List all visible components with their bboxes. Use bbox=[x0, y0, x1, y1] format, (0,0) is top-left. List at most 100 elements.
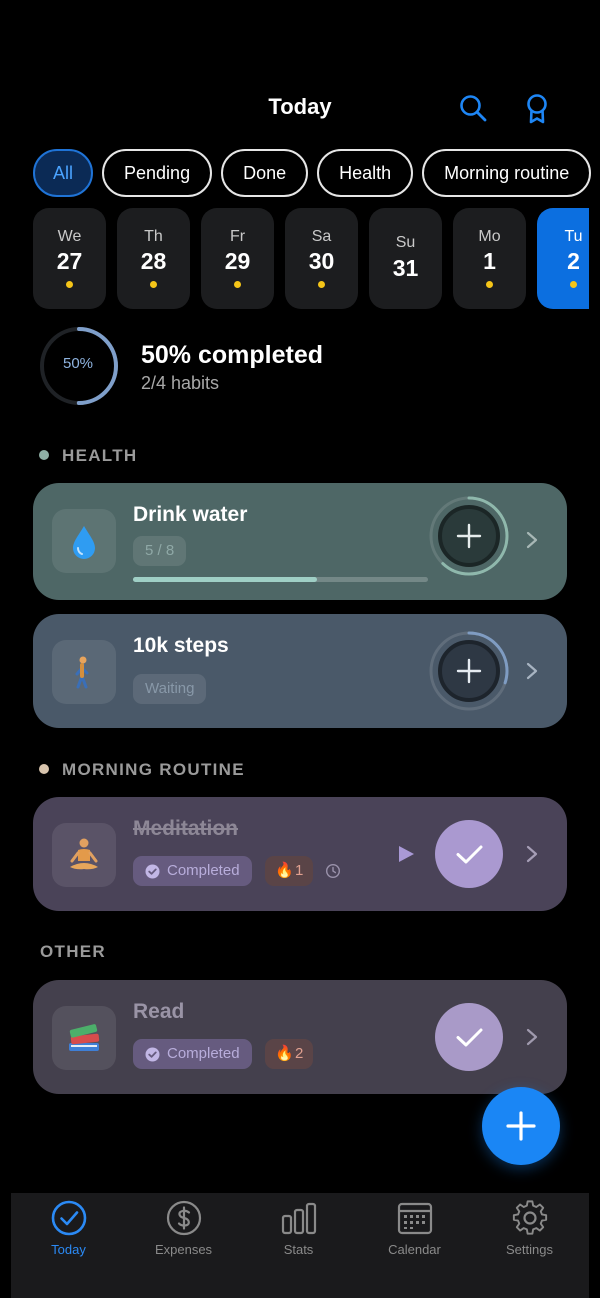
habit-completed-label: Completed bbox=[167, 862, 240, 879]
section-dot bbox=[39, 764, 49, 774]
filter-chip-pending[interactable]: Pending bbox=[102, 149, 213, 197]
calendar-icon bbox=[397, 1202, 433, 1235]
filter-chip-morning-routine[interactable]: Morning routine bbox=[422, 149, 592, 197]
complete-toggle-button[interactable] bbox=[435, 1003, 503, 1071]
day-name: Sa bbox=[311, 228, 332, 245]
complete-toggle-button[interactable] bbox=[435, 820, 503, 888]
nav-item-stats[interactable]: Stats bbox=[241, 1193, 356, 1283]
day-strip: We 27 Th 28 Fr 29 Sa 30 Su 31 Mo 1 Tu 2 bbox=[33, 208, 589, 310]
day-item[interactable]: Fr 29 bbox=[201, 208, 274, 309]
search-icon[interactable] bbox=[457, 92, 489, 124]
check-circle-icon bbox=[145, 1047, 160, 1062]
nav-item-expenses[interactable]: Expenses bbox=[126, 1193, 241, 1283]
nav-item-calendar[interactable]: Calendar bbox=[357, 1193, 472, 1283]
check-circle-icon bbox=[145, 864, 160, 879]
day-name: Fr bbox=[229, 228, 246, 245]
nav-label: Stats bbox=[283, 1242, 314, 1257]
filter-chip-health[interactable]: Health bbox=[317, 149, 414, 197]
streak-count: 2 bbox=[295, 1045, 304, 1062]
chevron-right-icon[interactable] bbox=[525, 530, 539, 550]
habit-completed-label: Completed bbox=[167, 1045, 240, 1062]
day-name: We bbox=[57, 228, 82, 245]
day-item[interactable]: Th 28 bbox=[117, 208, 190, 309]
progress-title: 50% completed bbox=[141, 341, 324, 369]
progress-ring-label: 50% bbox=[62, 355, 94, 372]
add-habit-button[interactable] bbox=[482, 1087, 560, 1165]
gear-icon bbox=[512, 1200, 548, 1235]
progress-summary: 50% 50% completed 2/4 habits bbox=[38, 325, 578, 407]
habit-title: Drink water bbox=[133, 503, 248, 526]
habit-title: Meditation bbox=[133, 817, 238, 840]
day-name: Tu bbox=[564, 228, 583, 245]
streak-badge: 🔥 2 bbox=[265, 1039, 314, 1069]
streak-count: 1 bbox=[295, 862, 304, 879]
award-icon[interactable] bbox=[521, 92, 553, 124]
chevron-right-icon[interactable] bbox=[525, 844, 539, 864]
nav-item-settings[interactable]: Settings bbox=[472, 1193, 587, 1283]
chevron-right-icon[interactable] bbox=[525, 1027, 539, 1047]
nav-item-today[interactable]: Today bbox=[11, 1193, 126, 1283]
section-dot bbox=[39, 450, 49, 460]
filter-chips: All Pending Done Health Morning routine bbox=[33, 149, 600, 197]
day-name: Mo bbox=[478, 228, 501, 245]
section-label: HEALTH bbox=[62, 446, 138, 465]
chevron-right-icon[interactable] bbox=[525, 661, 539, 681]
habit-card-read[interactable]: Read Completed 🔥 2 bbox=[33, 980, 567, 1094]
habit-progress-fill bbox=[133, 577, 318, 582]
day-date: 28 bbox=[140, 248, 167, 274]
top-bar: Today bbox=[0, 88, 600, 128]
habit-completed-badge: Completed bbox=[133, 856, 252, 886]
day-item[interactable]: Su 31 bbox=[369, 208, 442, 309]
nav-label: Calendar bbox=[388, 1242, 441, 1257]
day-item[interactable]: Mo 1 bbox=[453, 208, 526, 309]
day-name: Su bbox=[395, 234, 416, 251]
section-header-health: HEALTH bbox=[39, 446, 137, 466]
day-date: 2 bbox=[567, 248, 580, 274]
habit-title: 10k steps bbox=[133, 634, 229, 657]
increment-button[interactable] bbox=[426, 493, 512, 579]
bar-chart-icon bbox=[281, 1202, 317, 1235]
day-dot bbox=[66, 281, 73, 288]
nav-label: Settings bbox=[506, 1242, 553, 1257]
walking-person-icon bbox=[52, 640, 116, 704]
streak-badge: 🔥 1 bbox=[265, 856, 314, 886]
day-item[interactable]: We 27 bbox=[33, 208, 106, 309]
check-icon bbox=[456, 845, 483, 864]
day-dot bbox=[234, 281, 241, 288]
day-item[interactable]: Sa 30 bbox=[285, 208, 358, 309]
day-date: 31 bbox=[392, 255, 419, 281]
droplet-icon bbox=[52, 509, 116, 573]
plus-icon bbox=[506, 1111, 536, 1141]
habit-card-meditation[interactable]: Meditation Completed 🔥 1 bbox=[33, 797, 567, 911]
section-header-morning-routine: MORNING ROUTINE bbox=[39, 760, 245, 780]
timer-icon bbox=[325, 863, 341, 879]
day-dot bbox=[150, 281, 157, 288]
day-dot bbox=[318, 281, 325, 288]
day-dot bbox=[570, 281, 577, 288]
habit-card-drink-water[interactable]: Drink water 5 / 8 bbox=[33, 483, 567, 600]
increment-button[interactable] bbox=[426, 628, 512, 714]
day-date: 30 bbox=[308, 248, 335, 274]
day-date: 1 bbox=[483, 248, 496, 274]
section-label: MORNING ROUTINE bbox=[62, 760, 245, 779]
day-date: 29 bbox=[224, 248, 251, 274]
play-icon[interactable] bbox=[397, 845, 415, 863]
section-label: OTHER bbox=[40, 942, 106, 961]
dollar-circle-icon bbox=[166, 1200, 202, 1236]
habit-progress-bar bbox=[133, 577, 428, 582]
nav-label: Expenses bbox=[154, 1242, 213, 1257]
check-icon bbox=[456, 1028, 483, 1047]
meditation-icon bbox=[52, 823, 116, 887]
filter-chip-done[interactable]: Done bbox=[221, 149, 309, 197]
habit-card-10k-steps[interactable]: 10k steps Waiting bbox=[33, 614, 567, 728]
page-title: Today bbox=[268, 94, 332, 119]
nav-label: Today bbox=[51, 1242, 86, 1257]
habit-count-badge: 5 / 8 bbox=[133, 536, 187, 566]
habit-title: Read bbox=[133, 1000, 185, 1023]
day-date: 27 bbox=[56, 248, 83, 274]
bottom-nav: Today Expenses Stats Calendar Settings bbox=[11, 1193, 589, 1298]
habit-completed-badge: Completed bbox=[133, 1039, 252, 1069]
day-item-selected[interactable]: Tu 2 bbox=[537, 208, 589, 309]
progress-subtitle: 2/4 habits bbox=[141, 373, 220, 393]
filter-chip-all[interactable]: All bbox=[33, 149, 94, 197]
